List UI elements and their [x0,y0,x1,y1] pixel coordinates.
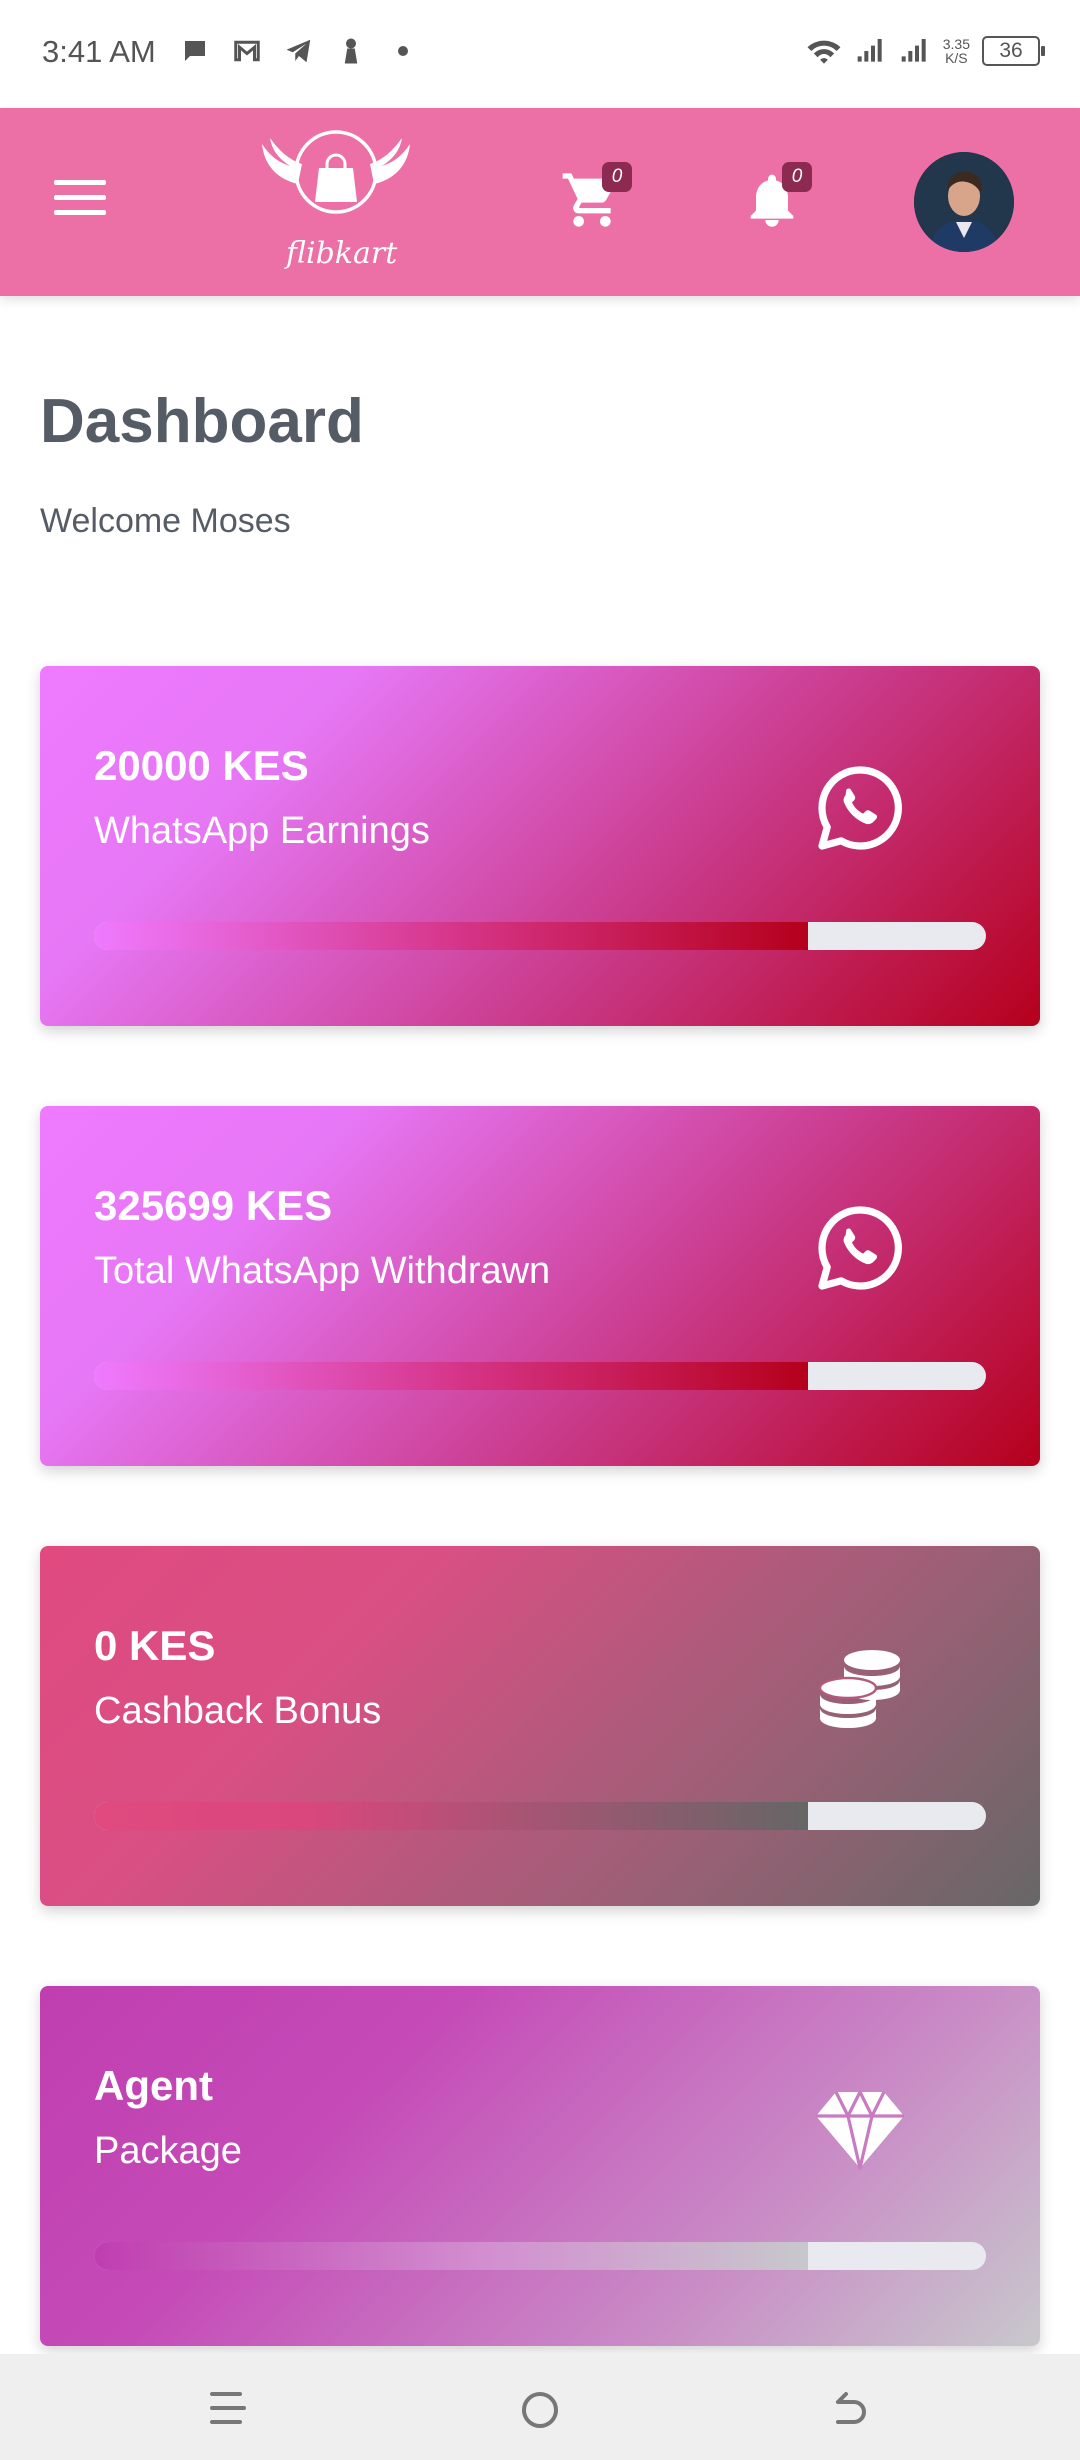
signal-icon [857,39,882,62]
whatsapp-icon [818,766,902,850]
home-icon [522,2392,558,2428]
notification-icon [344,38,358,64]
notification-count-badge: 0 [782,162,812,192]
telegram-icon [286,39,311,63]
progress-bar [94,922,986,950]
progress-fill [94,1802,808,1830]
speed-unit: K/S [945,50,968,66]
progress-fill [94,922,808,950]
dot-icon [398,46,408,56]
cashback-bonus-card[interactable]: 0 KES Cashback Bonus [40,1546,1040,1906]
recents-button[interactable] [198,2380,258,2440]
status-bar: 3:41 AM 3.35 K/S 36 [0,0,1080,108]
card-label: Cashback Bonus [94,1690,382,1732]
whatsapp-withdrawn-card[interactable]: 325699 KES Total WhatsApp Withdrawn [40,1106,1040,1466]
back-button[interactable] [820,2380,880,2440]
menu-icon [54,180,106,185]
app-header: flibkart 0 0 [0,108,1080,296]
progress-bar [94,2242,986,2270]
menu-icon-line [54,195,106,200]
page-title: Dashboard [40,387,364,456]
progress-fill [94,1362,808,1390]
card-value: 20000 KES [94,742,309,789]
whatsapp-icon [818,1206,902,1290]
welcome-message: Welcome Moses [40,502,291,540]
home-button[interactable] [510,2380,570,2440]
menu-icon-line [54,210,106,215]
logo-text: flibkart [286,236,398,271]
diamond-icon [816,2090,904,2170]
card-label: Package [94,2130,242,2172]
notifications-button[interactable]: 0 [740,162,812,238]
signal-icon-2 [901,39,926,62]
avatar-image [914,152,1014,252]
card-value: 325699 KES [94,1182,333,1229]
status-time: 3:41 AM [42,34,156,69]
progress-bar [94,1802,986,1830]
coins-icon [818,1650,900,1728]
card-label: WhatsApp Earnings [94,810,430,852]
agent-package-card[interactable]: Agent Package [40,1986,1040,2346]
cart-count-badge: 0 [602,162,632,192]
status-system-icons: 3.35 K/S 36 [805,34,1045,68]
gmail-icon [234,40,260,62]
card-value: 0 KES [94,1622,216,1669]
card-value: Agent [94,2062,213,2109]
system-nav-bar [0,2354,1080,2460]
whatsapp-earnings-card[interactable]: 20000 KES WhatsApp Earnings [40,666,1040,1026]
speed-value: 3.35 [942,36,970,52]
avatar[interactable] [914,152,1014,252]
progress-bar [94,1362,986,1390]
menu-button[interactable] [54,180,106,220]
cart-button[interactable]: 0 [560,162,632,238]
battery-icon: 36 [982,36,1045,66]
card-label: Total WhatsApp Withdrawn [94,1250,551,1292]
status-notification-icons [180,36,418,66]
network-speed: 3.35 K/S [943,37,970,65]
progress-fill [94,2242,808,2270]
recents-icon [210,2392,246,2424]
wifi-icon [807,40,841,64]
message-icon [185,41,205,61]
back-icon [836,2392,866,2424]
brand-logo[interactable]: flibkart [256,124,416,274]
battery-level: 36 [999,39,1023,62]
